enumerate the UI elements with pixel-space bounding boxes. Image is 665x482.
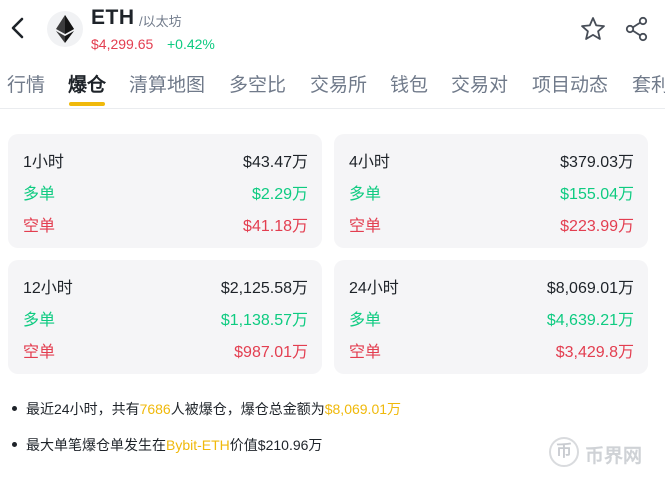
tab-market[interactable]: 行情 (7, 70, 45, 97)
card-long-value: $4,639.21万 (546, 312, 634, 329)
card-period: 1小时 (23, 154, 64, 171)
liquidation-card-1h: 1小时 $43.47万 多单 $2.29万 空单 $41.18万 (8, 134, 322, 248)
tab-divider (0, 108, 665, 109)
ethereum-logo-icon (47, 11, 83, 47)
card-short-label: 空单 (23, 344, 56, 361)
card-total-value: $8,069.01万 (546, 280, 634, 297)
note-text: 价值$210.96万 (229, 437, 323, 453)
summary-note-largest: 最大单笔爆仓单发生在Bybit-ETH价值$210.96万 (12, 435, 322, 455)
tab-long-short-ratio[interactable]: 多空比 (229, 70, 286, 97)
coin-price: $4,299.65 (91, 36, 154, 52)
back-arrow-icon[interactable] (8, 16, 30, 40)
card-total-row: 4小时 $379.03万 (349, 148, 634, 171)
card-total-row: 12小时 $2,125.58万 (23, 274, 308, 297)
card-long-value: $1,138.57万 (220, 312, 308, 329)
tab-arbitrage[interactable]: 套利 (632, 70, 665, 97)
card-long-label: 多单 (23, 312, 56, 329)
bullet-dot (12, 441, 17, 447)
coin-symbol: ETH (91, 6, 135, 29)
tab-liquidation[interactable]: 爆仓 (68, 70, 106, 97)
card-total-row: 24小时 $8,069.01万 (349, 274, 634, 297)
card-short-value: $987.01万 (234, 344, 308, 361)
liquidated-total-amount: $8,069.01万 (324, 401, 402, 417)
card-short-value: $3,429.8万 (555, 344, 634, 361)
coin-header: ETH /以太坊 $4,299.65 +0.42% (0, 0, 665, 58)
card-long-row: 多单 $1,138.57万 (23, 306, 308, 329)
liquidated-count: 7686 (139, 401, 171, 417)
card-long-row: 多单 $2.29万 (23, 180, 308, 203)
tab-project-news[interactable]: 项目动态 (532, 70, 608, 97)
liquidation-card-12h: 12小时 $2,125.58万 多单 $1,138.57万 空单 $987.01… (8, 260, 322, 374)
card-total-value: $43.47万 (243, 154, 308, 171)
card-short-row: 空单 $987.01万 (23, 338, 308, 361)
card-short-label: 空单 (349, 344, 382, 361)
tab-exchanges[interactable]: 交易所 (310, 70, 367, 97)
watermark-badge: 币 (549, 437, 579, 467)
card-short-row: 空单 $3,429.8万 (349, 338, 634, 361)
tab-liquidation-map[interactable]: 清算地图 (129, 70, 205, 97)
tab-wallet[interactable]: 钱包 (390, 70, 428, 97)
note-text: 最近24小时，共有 (26, 401, 140, 417)
card-short-label: 空单 (23, 218, 56, 235)
summary-note-24h: 最近24小时，共有7686人被爆仓，爆仓总金额为$8,069.01万 (12, 399, 401, 419)
card-long-row: 多单 $4,639.21万 (349, 306, 634, 329)
card-short-row: 空单 $41.18万 (23, 212, 308, 235)
liquidation-card-24h: 24小时 $8,069.01万 多单 $4,639.21万 空单 $3,429.… (334, 260, 648, 374)
star-icon[interactable] (580, 16, 606, 47)
card-short-row: 空单 $223.99万 (349, 212, 634, 235)
liquidation-card-4h: 4小时 $379.03万 多单 $155.04万 空单 $223.99万 (334, 134, 648, 248)
largest-order-exchange: Bybit-ETH (166, 437, 230, 453)
card-short-label: 空单 (349, 218, 382, 235)
tab-bar: 行情 爆仓 清算地图 多空比 交易所 钱包 交易对 项目动态 套利 (0, 62, 665, 108)
card-total-value: $379.03万 (560, 154, 634, 171)
coin-name: /以太坊 (139, 14, 182, 29)
active-tab-indicator (69, 102, 105, 106)
watermark-text: 币界网 (585, 446, 643, 467)
note-text: 人被爆仓，爆仓总金额为 (170, 401, 325, 417)
card-long-label: 多单 (349, 186, 382, 203)
card-long-value: $155.04万 (560, 186, 634, 203)
note-text: 最大单笔爆仓单发生在 (26, 437, 166, 453)
card-short-value: $41.18万 (243, 218, 308, 235)
card-period: 12小时 (23, 280, 73, 297)
card-total-row: 1小时 $43.47万 (23, 148, 308, 171)
card-period: 24小时 (349, 280, 399, 297)
bullet-dot (12, 405, 17, 411)
share-icon[interactable] (624, 16, 650, 47)
card-period: 4小时 (349, 154, 390, 171)
price-change: +0.42% (167, 36, 215, 52)
card-short-value: $223.99万 (560, 218, 634, 235)
card-total-value: $2,125.58万 (220, 280, 308, 297)
card-long-value: $2.29万 (251, 186, 308, 203)
tab-trading-pairs[interactable]: 交易对 (451, 70, 508, 97)
card-long-label: 多单 (349, 312, 382, 329)
card-long-label: 多单 (23, 186, 56, 203)
card-long-row: 多单 $155.04万 (349, 180, 634, 203)
